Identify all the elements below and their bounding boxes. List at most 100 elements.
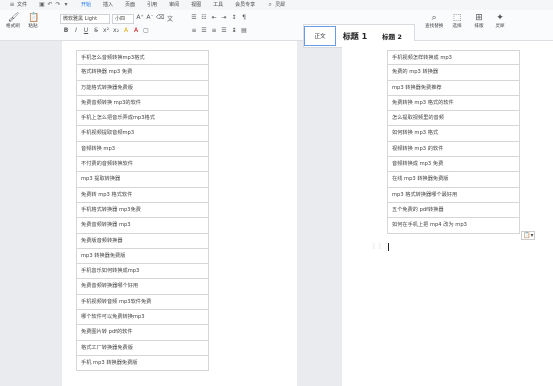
shrink-font-icon[interactable]: A⁻	[146, 14, 154, 23]
search-icon: ⌕	[431, 13, 437, 23]
table-row[interactable]: 手机怎么音频转换mp3格式	[76, 50, 209, 66]
font-name-select[interactable]: 微软雅黑 Light	[60, 14, 110, 24]
grow-font-icon[interactable]: A⁺	[136, 14, 144, 23]
quick-access[interactable]: ▣ ↶ ↷ ▾	[36, 2, 72, 8]
table-row[interactable]: 手机视频怎样转换成 mp3	[387, 50, 520, 66]
table-row[interactable]: 怎么提取视频里的音频	[387, 111, 520, 127]
table-row[interactable]: 免费的 mp3 转换器	[387, 65, 520, 81]
table-row[interactable]: 免费音频转换器 mp3	[76, 218, 209, 234]
ai-icon: ✦	[496, 13, 504, 23]
indent-decrease-icon[interactable]: ⇤	[210, 14, 218, 21]
layout-icon: ⊞	[475, 13, 483, 23]
brush-icon: 🖌	[7, 13, 20, 23]
redo-icon[interactable]: ↷	[55, 2, 61, 8]
highlight-icon[interactable]: A	[122, 27, 130, 34]
table-row[interactable]: 格式工厂转换器免费版	[76, 340, 209, 356]
menu-bar: ≡ 文件 ▣ ↶ ↷ ▾ 开始 插入 页面 引用 审阅 视图 工具 会员专享 ⌕ 灵…	[0, 0, 553, 11]
table-row[interactable]: 免费音频转换器哪个好用	[76, 279, 209, 295]
align-tools: ≡ ☰ ≡ ☰ ↨ ▤	[190, 27, 248, 34]
menu-review[interactable]: 审阅	[166, 0, 182, 10]
chevron-down-icon[interactable]: ▾	[63, 2, 69, 8]
number-list-icon[interactable]: ☷	[200, 14, 208, 21]
align-center-icon[interactable]: ☰	[200, 27, 208, 34]
table-row[interactable]: 音频转换 mp3	[76, 141, 209, 158]
menu-file[interactable]: ≡ 文件	[6, 0, 30, 10]
table-row[interactable]: 万能格式转换器免费版	[76, 80, 209, 96]
table-row[interactable]: 手机音乐如何转换成mp3	[76, 264, 209, 280]
table-row[interactable]: 免费转换 mp3 格式的软件	[387, 95, 520, 112]
menu-insert[interactable]: 插入	[100, 0, 116, 10]
table-row[interactable]: mp3 格式转换器哪个最好用	[387, 187, 520, 203]
ribbon-toolbar: 🖌 格式刷 📋 粘贴 微软雅黑 Light 小四 A⁺ A⁻ ⌫ 文 ☰ ☷ ⇤…	[0, 10, 553, 48]
table-row[interactable]: mp3 提取转换器	[76, 172, 209, 188]
table-row[interactable]: 手机视频转音频 mp3软件免费	[76, 294, 209, 311]
subscript-icon[interactable]: x₂	[112, 27, 120, 34]
menu-page[interactable]: 页面	[122, 0, 138, 10]
table-row[interactable]: 音频转换成 mp3 免费	[387, 157, 520, 173]
bold-icon[interactable]: B	[62, 27, 70, 34]
phonetic-icon[interactable]: 文	[166, 14, 174, 23]
table-row[interactable]: 格式转换器 mp3 免费	[76, 65, 209, 81]
align-left-icon[interactable]: ≡	[190, 27, 198, 34]
justify-icon[interactable]: ☰	[220, 27, 228, 34]
show-marks-icon[interactable]: ¶	[240, 14, 248, 21]
italic-icon[interactable]: I	[72, 27, 80, 34]
menu-tools[interactable]: 工具	[210, 0, 226, 10]
table-row[interactable]: 免费版音频转换器	[76, 233, 209, 249]
table-row[interactable]: mp3 转换器免费推荐	[387, 80, 520, 96]
font-color-icon[interactable]: A	[132, 27, 140, 34]
style-normal[interactable]: 正文	[304, 26, 336, 46]
ai-assistant-button[interactable]: ✦ 灵犀	[495, 13, 505, 29]
shading-icon[interactable]: ▤	[240, 27, 248, 34]
layout-button[interactable]: ⊞ 排版	[474, 13, 484, 29]
table-row[interactable]: 在线 mp3 转换器免费版	[387, 172, 520, 188]
search-icon: ⌕	[268, 1, 272, 8]
search-button[interactable]: ⌕ 灵犀	[264, 0, 288, 10]
format-brush-button[interactable]: 🖌 格式刷	[6, 13, 20, 29]
superscript-icon[interactable]: x²	[102, 27, 110, 34]
menu-view[interactable]: 视图	[188, 0, 204, 10]
table-row[interactable]: 哪个软件可以免费转换mp3	[76, 310, 209, 326]
keyword-table-left: 手机怎么音频转换mp3格式 格式转换器 mp3 免费 万能格式转换器免费版 免费音频转…	[76, 50, 209, 372]
character-tools: B I U S̶ x² x₂ A A ▢	[62, 27, 150, 34]
find-replace-button[interactable]: ⌕ 查找替换	[425, 13, 443, 29]
menu-home[interactable]: 开始	[78, 0, 95, 11]
undo-icon[interactable]: ↶	[47, 2, 53, 8]
font-size-select[interactable]: 小四	[112, 14, 134, 24]
select-button[interactable]: ⬚ 选择	[452, 13, 462, 29]
hamburger-icon: ≡	[9, 1, 15, 8]
clear-format-icon[interactable]: ⌫	[156, 14, 164, 23]
paragraph-tools: ☰ ☷ ⇤ ⇥ ↕ ¶	[190, 14, 248, 21]
table-row[interactable]: 五个免费的 pdf转换器	[387, 202, 520, 219]
table-row[interactable]: 如何转换 mp3 格式	[387, 126, 520, 142]
drag-handle-icon[interactable]: ⋮⋮	[371, 243, 383, 250]
line-spacing-icon[interactable]: ↨	[230, 27, 238, 34]
menu-member[interactable]: 会员专享	[232, 0, 258, 10]
table-row[interactable]: mp3 转换器免费版	[76, 248, 209, 265]
table-row[interactable]: 手机 mp3 转换器免费版	[76, 355, 209, 372]
underline-icon[interactable]: U	[82, 27, 90, 34]
bullet-list-icon[interactable]: ☰	[190, 14, 198, 21]
text-cursor	[388, 243, 389, 251]
menu-reference[interactable]: 引用	[144, 0, 160, 10]
cursor-select-icon: ⬚	[452, 13, 462, 23]
paste-options-icon[interactable]: 📋▾	[521, 231, 536, 240]
table-row[interactable]: 手机上怎么把音乐弄成mp3格式	[76, 111, 209, 127]
table-row[interactable]: 如何在手机上把 mp4 改为 mp3	[387, 218, 520, 234]
table-row[interactable]: 手机格式转换器 mp3免费	[76, 202, 209, 219]
strikethrough-icon[interactable]: S̶	[92, 27, 100, 34]
paste-button[interactable]: 📋 粘贴	[28, 13, 39, 29]
save-icon[interactable]: ▣	[39, 2, 45, 8]
table-row[interactable]: 免费转 mp3 格式软件	[76, 187, 209, 203]
align-right-icon[interactable]: ≡	[210, 27, 218, 34]
table-row[interactable]: 免费图片转 pdf的软件	[76, 325, 209, 341]
indent-increase-icon[interactable]: ⇥	[220, 14, 228, 21]
table-row[interactable]: 视频转换 mp3 的软件	[387, 141, 520, 158]
keyword-table-right: 手机视频怎样转换成 mp3 免费的 mp3 转换器 mp3 转换器免费推荐 免费转换 …	[387, 50, 520, 234]
table-row[interactable]: 免费音频转换 mp3的软件	[76, 95, 209, 112]
border-icon[interactable]: ▢	[142, 27, 150, 34]
font-tools: A⁺ A⁻ ⌫ 文	[136, 14, 174, 23]
sort-icon[interactable]: ↕	[230, 14, 238, 21]
table-row[interactable]: 手机视频提取音频mp3	[76, 126, 209, 142]
table-row[interactable]: 不付费的音频转换软件	[76, 157, 209, 173]
